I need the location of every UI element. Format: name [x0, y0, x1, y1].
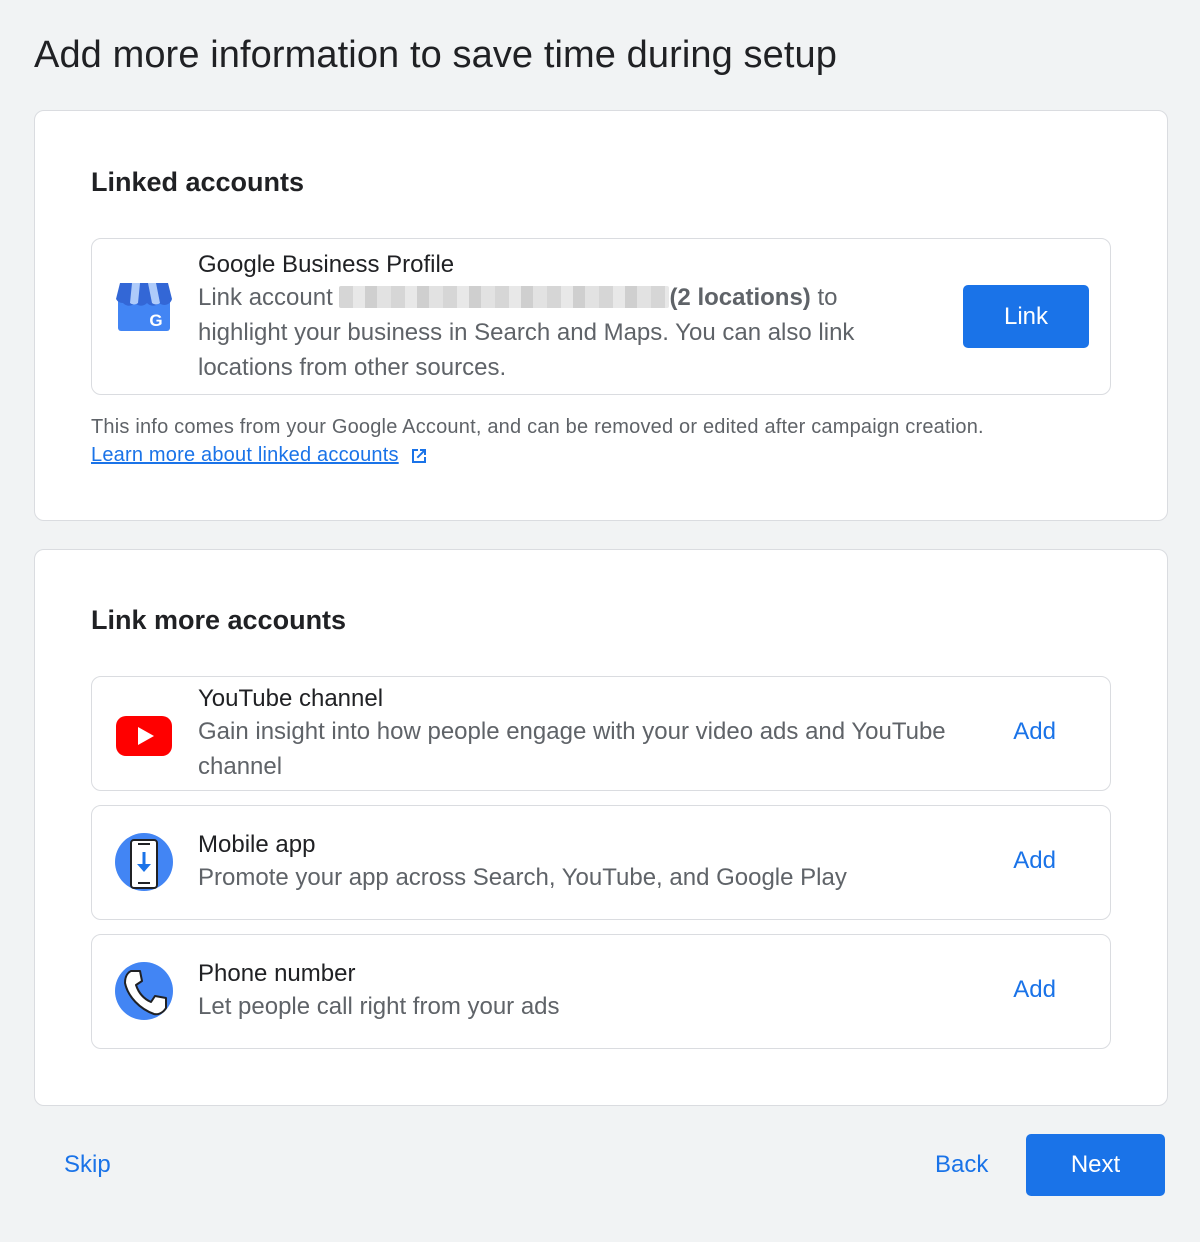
mobile-app-icon [114, 832, 174, 892]
gbp-description: Link account (2 locations) to highlight … [198, 280, 918, 385]
skip-button[interactable]: Skip [64, 1151, 111, 1179]
phone-number-description: Let people call right from your ads [198, 993, 560, 1020]
redacted-account-name [339, 286, 670, 308]
back-button[interactable]: Back [935, 1151, 988, 1179]
add-mobile-app-button[interactable]: Add [1013, 847, 1056, 875]
gbp-desc-prefix: Link account [198, 284, 333, 311]
phone-number-title: Phone number [198, 960, 356, 987]
phone-icon [114, 961, 174, 1021]
youtube-channel-row: YouTube channel Gain insight into how pe… [91, 676, 1111, 791]
page-title: Add more information to save time during… [34, 34, 838, 76]
svg-text:G: G [149, 311, 162, 330]
learn-more-link[interactable]: Learn more about linked accounts [91, 444, 429, 467]
gbp-locations-count: (2 locations) [669, 284, 811, 311]
link-button[interactable]: Link [963, 285, 1089, 348]
google-business-profile-row: G Google Business Profile Link account (… [91, 238, 1111, 395]
next-button[interactable]: Next [1026, 1134, 1165, 1196]
youtube-description: Gain insight into how people engage with… [198, 718, 946, 780]
gbp-title: Google Business Profile [198, 251, 455, 278]
add-youtube-button[interactable]: Add [1013, 718, 1056, 746]
linked-accounts-title: Linked accounts [91, 167, 305, 197]
linked-accounts-card: Linked accounts G Google Business Profil… [34, 110, 1168, 521]
learn-more-label: Learn more about linked accounts [91, 444, 399, 466]
mobile-app-row: Mobile app Promote your app across Searc… [91, 805, 1111, 920]
add-phone-number-button[interactable]: Add [1013, 976, 1056, 1004]
link-more-accounts-title: Link more accounts [91, 605, 347, 635]
google-business-profile-icon: G [114, 277, 174, 337]
youtube-icon [114, 706, 174, 766]
linked-accounts-info: This info comes from your Google Account… [91, 416, 984, 438]
phone-number-row: Phone number Let people call right from … [91, 934, 1111, 1049]
mobile-app-description: Promote your app across Search, YouTube,… [198, 864, 847, 891]
external-link-icon [411, 448, 426, 463]
youtube-title: YouTube channel [198, 685, 384, 712]
link-more-accounts-card: Link more accounts YouTube channel Gain … [34, 549, 1168, 1106]
mobile-app-title: Mobile app [198, 831, 316, 858]
